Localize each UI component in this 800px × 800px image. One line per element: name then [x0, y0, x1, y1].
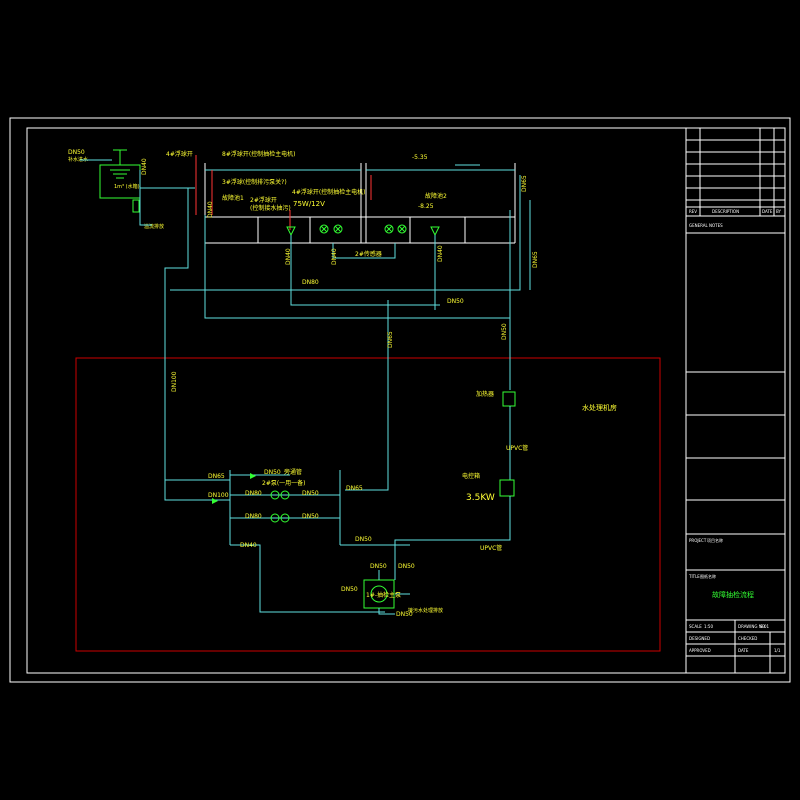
label-dn65-manifold: DN65 — [208, 473, 225, 480]
label-dn65-right: DN65 — [387, 331, 394, 348]
tb-scale-label: SCALE — [689, 624, 702, 629]
label-dn50-b: DN50 — [302, 513, 319, 520]
label-dn50-pump-b: DN50 — [398, 563, 415, 570]
water-tank — [99, 149, 141, 213]
label-kw: 3.5KW — [466, 493, 495, 503]
tb-date-label: DATE — [738, 648, 749, 653]
tb-approved: APPROVED — [689, 648, 711, 653]
label-upvc-2: UPVC管 — [480, 544, 502, 552]
machine-room-label: 水处理机房 — [582, 403, 617, 412]
label-sensor-2: 2#传感器 — [355, 250, 382, 258]
label-pump: 1#-抽检主泵 — [366, 591, 401, 599]
label-dn65-r3: DN65 — [346, 485, 363, 492]
label-dn100-manifold: DN100 — [208, 492, 229, 499]
label-dn50-v: DN50 — [501, 323, 508, 340]
tb-drawing-no: S-01 — [760, 624, 770, 629]
heater-device — [502, 391, 516, 407]
label-dn50-a: DN50 — [302, 490, 319, 497]
title-block: REV DESCRIPTION DATE BY GENERAL NOTES PR… — [685, 128, 785, 673]
label-dn80-b: DN80 — [245, 513, 262, 520]
label-level-mid: -8.25 — [418, 203, 434, 210]
label-dn40-bottom: DN40 — [240, 542, 257, 549]
label-float-3: 3#浮球(控制排污泵关?) — [222, 178, 287, 186]
label-float-2a: 2#浮球开 — [250, 196, 277, 204]
tb-rev: REV — [689, 209, 697, 214]
label-pool1: 故障池1 — [222, 194, 244, 202]
label-dn50-side: DN50 — [341, 586, 358, 593]
drawing-title: 故障抽检流程 — [712, 590, 754, 599]
tb-project: PROJECT — [689, 538, 707, 543]
tb-by: BY — [776, 209, 782, 214]
label-overflow: 溢流排放 — [144, 223, 164, 230]
label-float-8: 8#浮球开(控制抽检主电机) — [222, 150, 296, 158]
tb-title-value: 图纸名称 — [700, 573, 716, 579]
drawing-canvas: REV DESCRIPTION DATE BY GENERAL NOTES PR… — [9, 117, 791, 683]
label-dn100-v: DN100 — [171, 371, 178, 392]
label-dn65-r2: DN65 — [532, 251, 539, 268]
label-dn40-d: DN40 — [437, 245, 444, 262]
tb-scale-value: 1:50 — [704, 624, 713, 629]
label-pool2: 故障池2 — [425, 192, 447, 200]
label-dn50-mid: DN50 — [447, 298, 464, 305]
main-pump — [363, 570, 410, 609]
label-dn40-a: DN40 — [207, 201, 214, 218]
inner-frame — [26, 127, 786, 674]
label-upvc-1: UPVC管 — [506, 444, 528, 452]
label-out-note: 接污水处理排放 — [408, 607, 443, 614]
label-dn50-bypass: DN50 — [264, 469, 281, 476]
label-control: 电控箱 — [462, 472, 480, 480]
control-box — [499, 479, 515, 497]
tb-checked: CHECKED — [738, 636, 757, 641]
tb-designed: DESIGNED — [689, 636, 710, 641]
label-level-top: -5.35 — [412, 154, 428, 161]
tb-general-notes: GENERAL NOTES — [689, 223, 723, 228]
tb-title-label: TITLE — [688, 574, 700, 579]
label-dn65-r: DN65 — [521, 175, 528, 192]
label-bypass-note: 旁通管 — [284, 468, 302, 476]
label-dn80: DN80 — [302, 279, 319, 286]
label-float-2b: (控制接水抽污) — [250, 204, 291, 212]
tb-project-name: 项目名称 — [707, 537, 723, 543]
label-tank-note: 1m³ (水箱) — [114, 183, 140, 190]
label-power: 75W/12V — [293, 200, 325, 208]
label-dn50-low: DN50 — [355, 536, 372, 543]
label-dn80-a: DN80 — [245, 490, 262, 497]
label-dn50-top: DN50 — [68, 149, 85, 156]
label-dn40-b: DN40 — [285, 248, 292, 265]
machine-room-boundary — [75, 357, 661, 652]
label-heater: 加热器 — [476, 390, 494, 398]
tb-description: DESCRIPTION — [712, 209, 739, 214]
label-float-4: 4#浮球开 — [166, 150, 193, 158]
tb-sheet: 1/1 — [774, 648, 781, 653]
label-dn40-tank: DN40 — [141, 158, 148, 175]
tb-date: DATE — [762, 209, 773, 214]
label-pump-note: 2#泵(一用一备) — [262, 479, 306, 487]
label-float-4b: 4#浮球开(控制抽检主电机) — [292, 188, 366, 196]
label-dn40-c: DN40 — [331, 248, 338, 265]
label-dn50-pump-a: DN50 — [370, 563, 387, 570]
